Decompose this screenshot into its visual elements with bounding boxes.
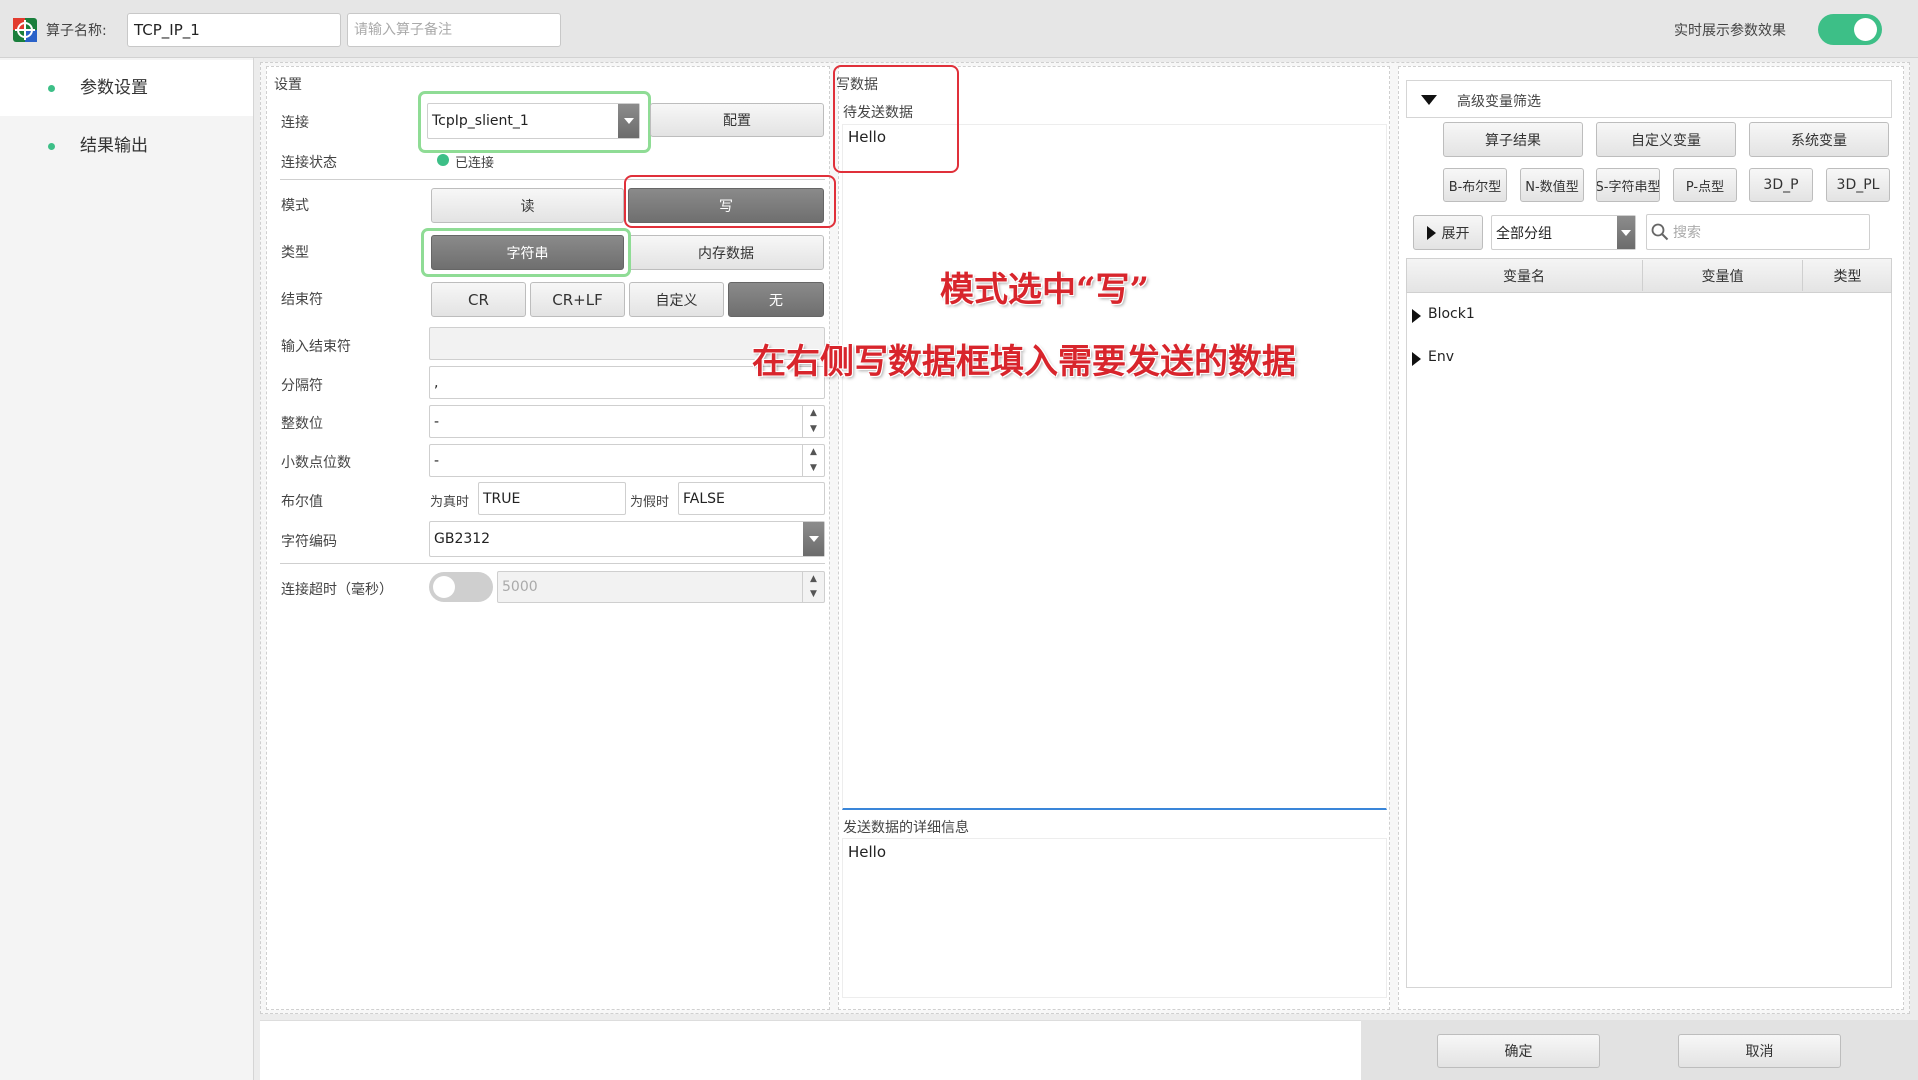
row-name: Block1 [1428,306,1475,322]
bullet-icon [48,143,55,150]
encoding-select[interactable]: GB2312 [429,521,825,557]
settings-title: 设置 [274,77,302,93]
realtime-toggle[interactable] [1818,14,1882,45]
decimal-places-stepper[interactable]: ▲ ▼ [802,445,824,476]
configure-button[interactable]: 配置 [650,103,824,137]
filter-title: 高级变量筛选 [1457,94,1541,110]
terminator-label: 结束符 [281,292,323,308]
mode-read-button[interactable]: 读 [431,188,624,223]
play-icon [1426,225,1436,240]
status-dot-icon [437,154,449,166]
annotation-line-2: 在右侧写数据框填入需要发送的数据 [752,342,1296,382]
group-select[interactable]: 全部分组 [1491,215,1636,250]
expand-button[interactable]: 展开 [1413,215,1483,250]
ok-button[interactable]: 确定 [1437,1034,1600,1068]
expand-row-icon [1412,352,1421,366]
group-value: 全部分组 [1496,225,1552,242]
system-variable-button[interactable]: 系统变量 [1749,122,1889,157]
chevron-down-icon[interactable] [1617,216,1635,249]
decimal-places-label: 小数点位数 [281,455,351,471]
true-label: 为真时 [430,495,470,510]
terminator-cr-button[interactable]: CR [431,282,526,317]
timeout-input[interactable]: 5000 [497,571,825,603]
timeout-value: 5000 [502,579,538,595]
timeout-label: 连接超时（毫秒） [281,582,393,598]
false-label: 为假时 [630,495,670,510]
type-string-var-button[interactable]: S-字符串型 [1596,168,1660,202]
terminator-crlf-button[interactable]: CR+LF [530,282,625,317]
write-mode-highlight [624,175,836,228]
search-input[interactable]: 搜索 [1646,214,1870,250]
type-3dp-button[interactable]: 3D_P [1749,168,1813,202]
search-placeholder: 搜索 [1673,225,1701,241]
integer-digits-label: 整数位 [281,416,323,432]
true-value-input[interactable]: TRUE [478,482,626,515]
chevron-down-icon[interactable] [803,522,824,556]
mode-label: 模式 [281,198,309,214]
encoding-label: 字符编码 [281,534,337,550]
collapse-arrow-icon [1421,95,1437,105]
column-header-type[interactable]: 类型 [1803,266,1892,286]
toggle-knob [433,576,455,598]
search-icon [1651,223,1669,241]
operator-result-button[interactable]: 算子结果 [1443,122,1583,157]
bool-label: 布尔值 [281,494,323,510]
cancel-button[interactable]: 取消 [1678,1034,1841,1068]
type-point-button[interactable]: P-点型 [1673,168,1737,202]
realtime-label: 实时展示参数效果 [1674,23,1786,39]
divider [280,563,825,564]
integer-digits-stepper[interactable]: ▲ ▼ [802,406,824,437]
decimal-places-value: - [434,452,440,469]
annotation-line-1: 模式选中“写” [940,270,1150,310]
type-bool-button[interactable]: B-布尔型 [1443,168,1507,202]
row-name: Env [1428,349,1455,365]
connection-highlight [418,91,651,153]
top-bar: 算子名称: TCP_IP_1 请输入算子备注 实时展示参数效果 [0,0,1918,58]
expand-label: 展开 [1441,225,1470,242]
type-number-button[interactable]: N-数值型 [1520,168,1584,202]
table-row[interactable]: Env [1410,347,1888,371]
type-label: 类型 [281,245,309,261]
filter-header[interactable]: 高级变量筛选 [1406,80,1892,118]
operator-remark-input[interactable]: 请输入算子备注 [347,13,561,47]
sidebar-item-output[interactable]: 结果输出 [0,118,253,174]
pending-data-textarea[interactable]: Hello [842,124,1387,810]
decimal-places-input[interactable]: - [429,444,825,477]
sidebar-item-label: 结果输出 [80,136,148,156]
sidebar: 参数设置 结果输出 [0,58,254,1080]
bullet-icon [48,85,55,92]
column-header-value[interactable]: 变量值 [1643,266,1802,286]
custom-variable-button[interactable]: 自定义变量 [1596,122,1736,157]
integer-digits-input[interactable]: - [429,405,825,438]
sidebar-item-label: 参数设置 [80,78,148,98]
type-highlight [421,228,631,277]
integer-digits-value: - [434,413,440,430]
table-row[interactable]: Block1 [1410,304,1888,328]
column-header-name[interactable]: 变量名 [1406,266,1642,286]
timeout-toggle[interactable] [429,572,493,602]
timeout-stepper[interactable]: ▲ ▼ [802,572,824,602]
send-detail-label: 发送数据的详细信息 [843,820,969,836]
toggle-knob [1854,18,1877,41]
app-logo-icon [13,18,37,42]
connection-status-value: 已连接 [455,156,495,171]
type-3dpl-button[interactable]: 3D_PL [1826,168,1890,202]
terminator-none-button[interactable]: 无 [728,282,824,317]
false-value-input[interactable]: FALSE [678,482,825,515]
separator-label: 分隔符 [281,378,323,394]
send-detail-textarea[interactable]: Hello [842,838,1387,998]
write-data-highlight [833,65,959,173]
expand-row-icon [1412,309,1421,323]
encoding-value: GB2312 [434,531,491,547]
input-terminator-label: 输入结束符 [281,339,351,355]
operator-name-label: 算子名称: [46,23,107,39]
connection-label: 连接 [281,115,309,131]
connection-status-label: 连接状态 [281,155,337,171]
operator-name-input[interactable]: TCP_IP_1 [127,13,341,47]
sidebar-item-params[interactable]: 参数设置 [0,60,253,116]
send-detail-value: Hello [848,843,887,861]
type-memory-button[interactable]: 内存数据 [628,235,824,270]
terminator-custom-button[interactable]: 自定义 [629,282,724,317]
